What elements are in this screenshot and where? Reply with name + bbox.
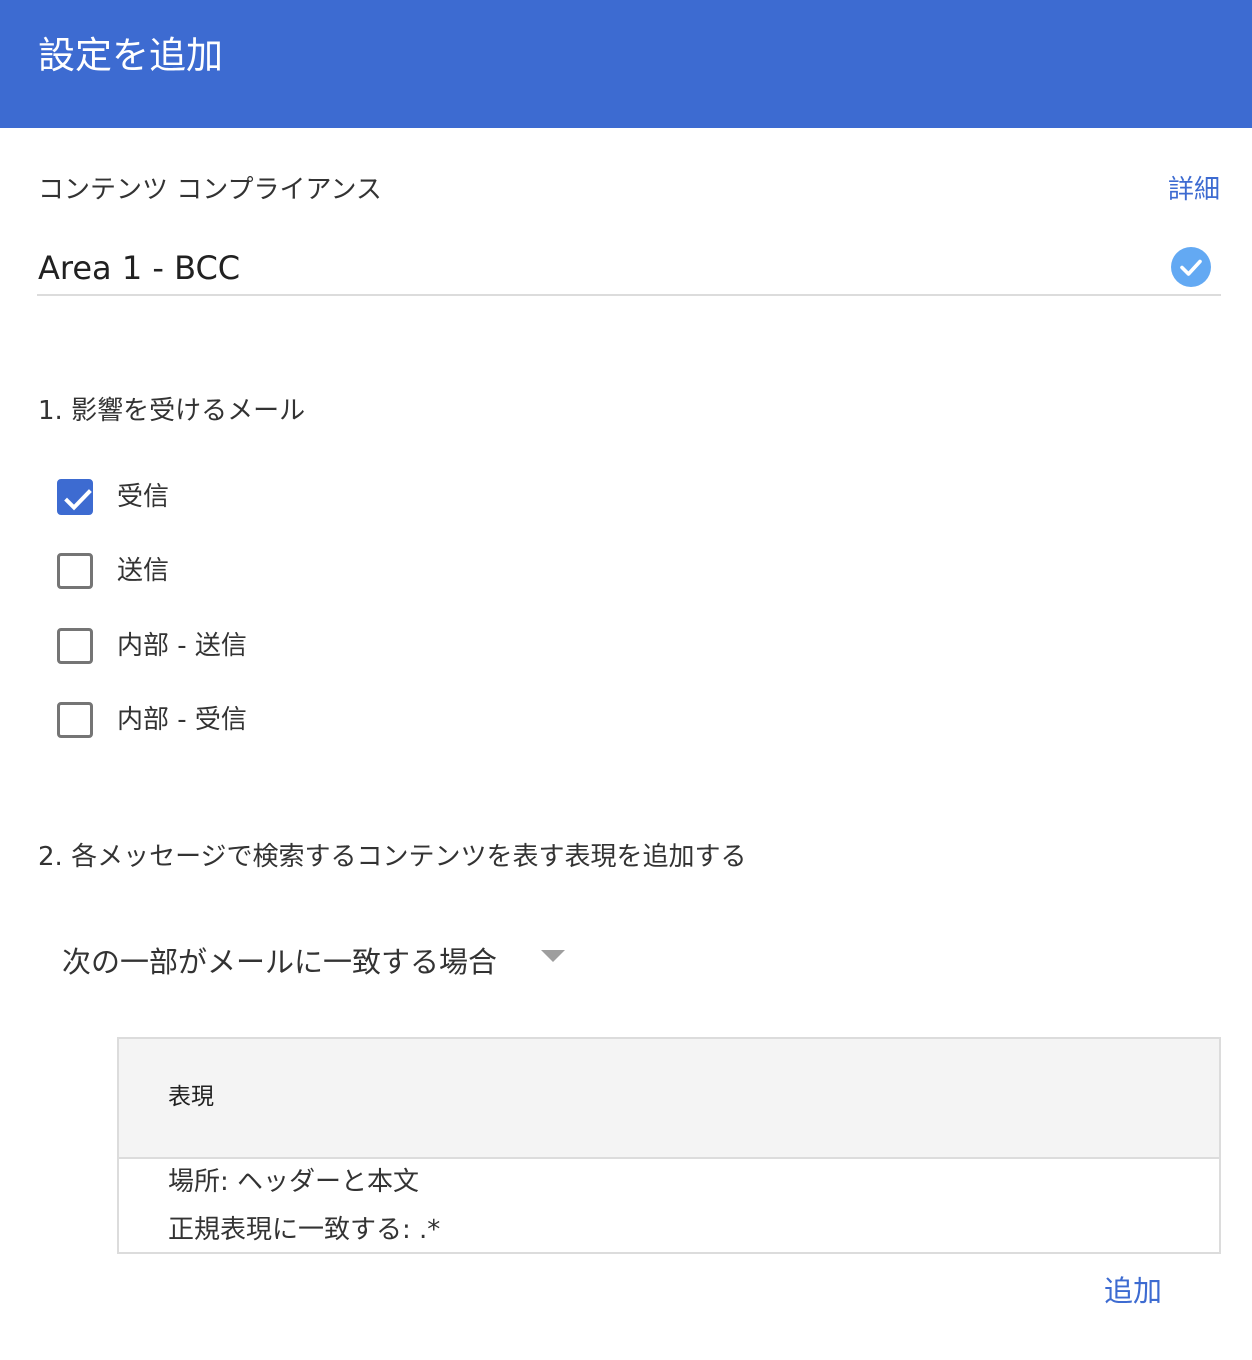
details-link[interactable]: 詳細: [1168, 172, 1220, 208]
step2-title: 2. 各メッセージで検索するコンテンツを表す表現を追加する: [38, 842, 747, 872]
dropdown-arrow-icon[interactable]: [541, 950, 566, 962]
dialog-title: 設定を追加: [38, 34, 223, 77]
checkbox-label[interactable]: 内部 - 送信: [117, 628, 247, 664]
add-expression-button[interactable]: 追加: [1104, 1271, 1162, 1311]
expression-location: 場所: ヘッダーと本文: [168, 1167, 420, 1197]
checkbox-unchecked-icon[interactable]: [57, 553, 93, 589]
expression-rule: 正規表現に一致する: .*: [168, 1215, 441, 1245]
checkbox-outgoing[interactable]: 送信: [57, 551, 169, 591]
table-header: 表現: [119, 1039, 1219, 1159]
column-header-expression: 表現: [168, 1084, 214, 1110]
dialog-header: 設定を追加: [0, 0, 1252, 128]
checkbox-unchecked-icon[interactable]: [57, 702, 93, 738]
setting-type-label: コンテンツ コンプライアンス: [38, 175, 382, 205]
expressions-table: 表現 場所: ヘッダーと本文 正規表現に一致する: .*: [117, 1037, 1221, 1254]
setting-name-value[interactable]: Area 1 - BCC: [38, 246, 240, 290]
checkbox-label[interactable]: 受信: [117, 479, 169, 515]
table-row[interactable]: 場所: ヘッダーと本文 正規表現に一致する: .*: [119, 1159, 1219, 1252]
step1-title: 1. 影響を受けるメール: [38, 396, 306, 426]
checkbox-unchecked-icon[interactable]: [57, 628, 93, 664]
match-condition-select[interactable]: 次の一部がメールに一致する場合: [62, 940, 566, 984]
match-condition-value[interactable]: 次の一部がメールに一致する場合: [62, 942, 497, 982]
checkbox-incoming[interactable]: 受信: [57, 477, 169, 517]
checkbox-checked-icon[interactable]: [57, 479, 93, 515]
checkbox-label[interactable]: 送信: [117, 553, 169, 589]
checkbox-label[interactable]: 内部 - 受信: [117, 702, 247, 738]
checkbox-internal-receiving[interactable]: 内部 - 受信: [57, 700, 247, 740]
checkbox-internal-sending[interactable]: 内部 - 送信: [57, 626, 247, 666]
check-circle-icon: [1171, 247, 1211, 287]
setting-name-field[interactable]: Area 1 - BCC: [37, 240, 1221, 296]
